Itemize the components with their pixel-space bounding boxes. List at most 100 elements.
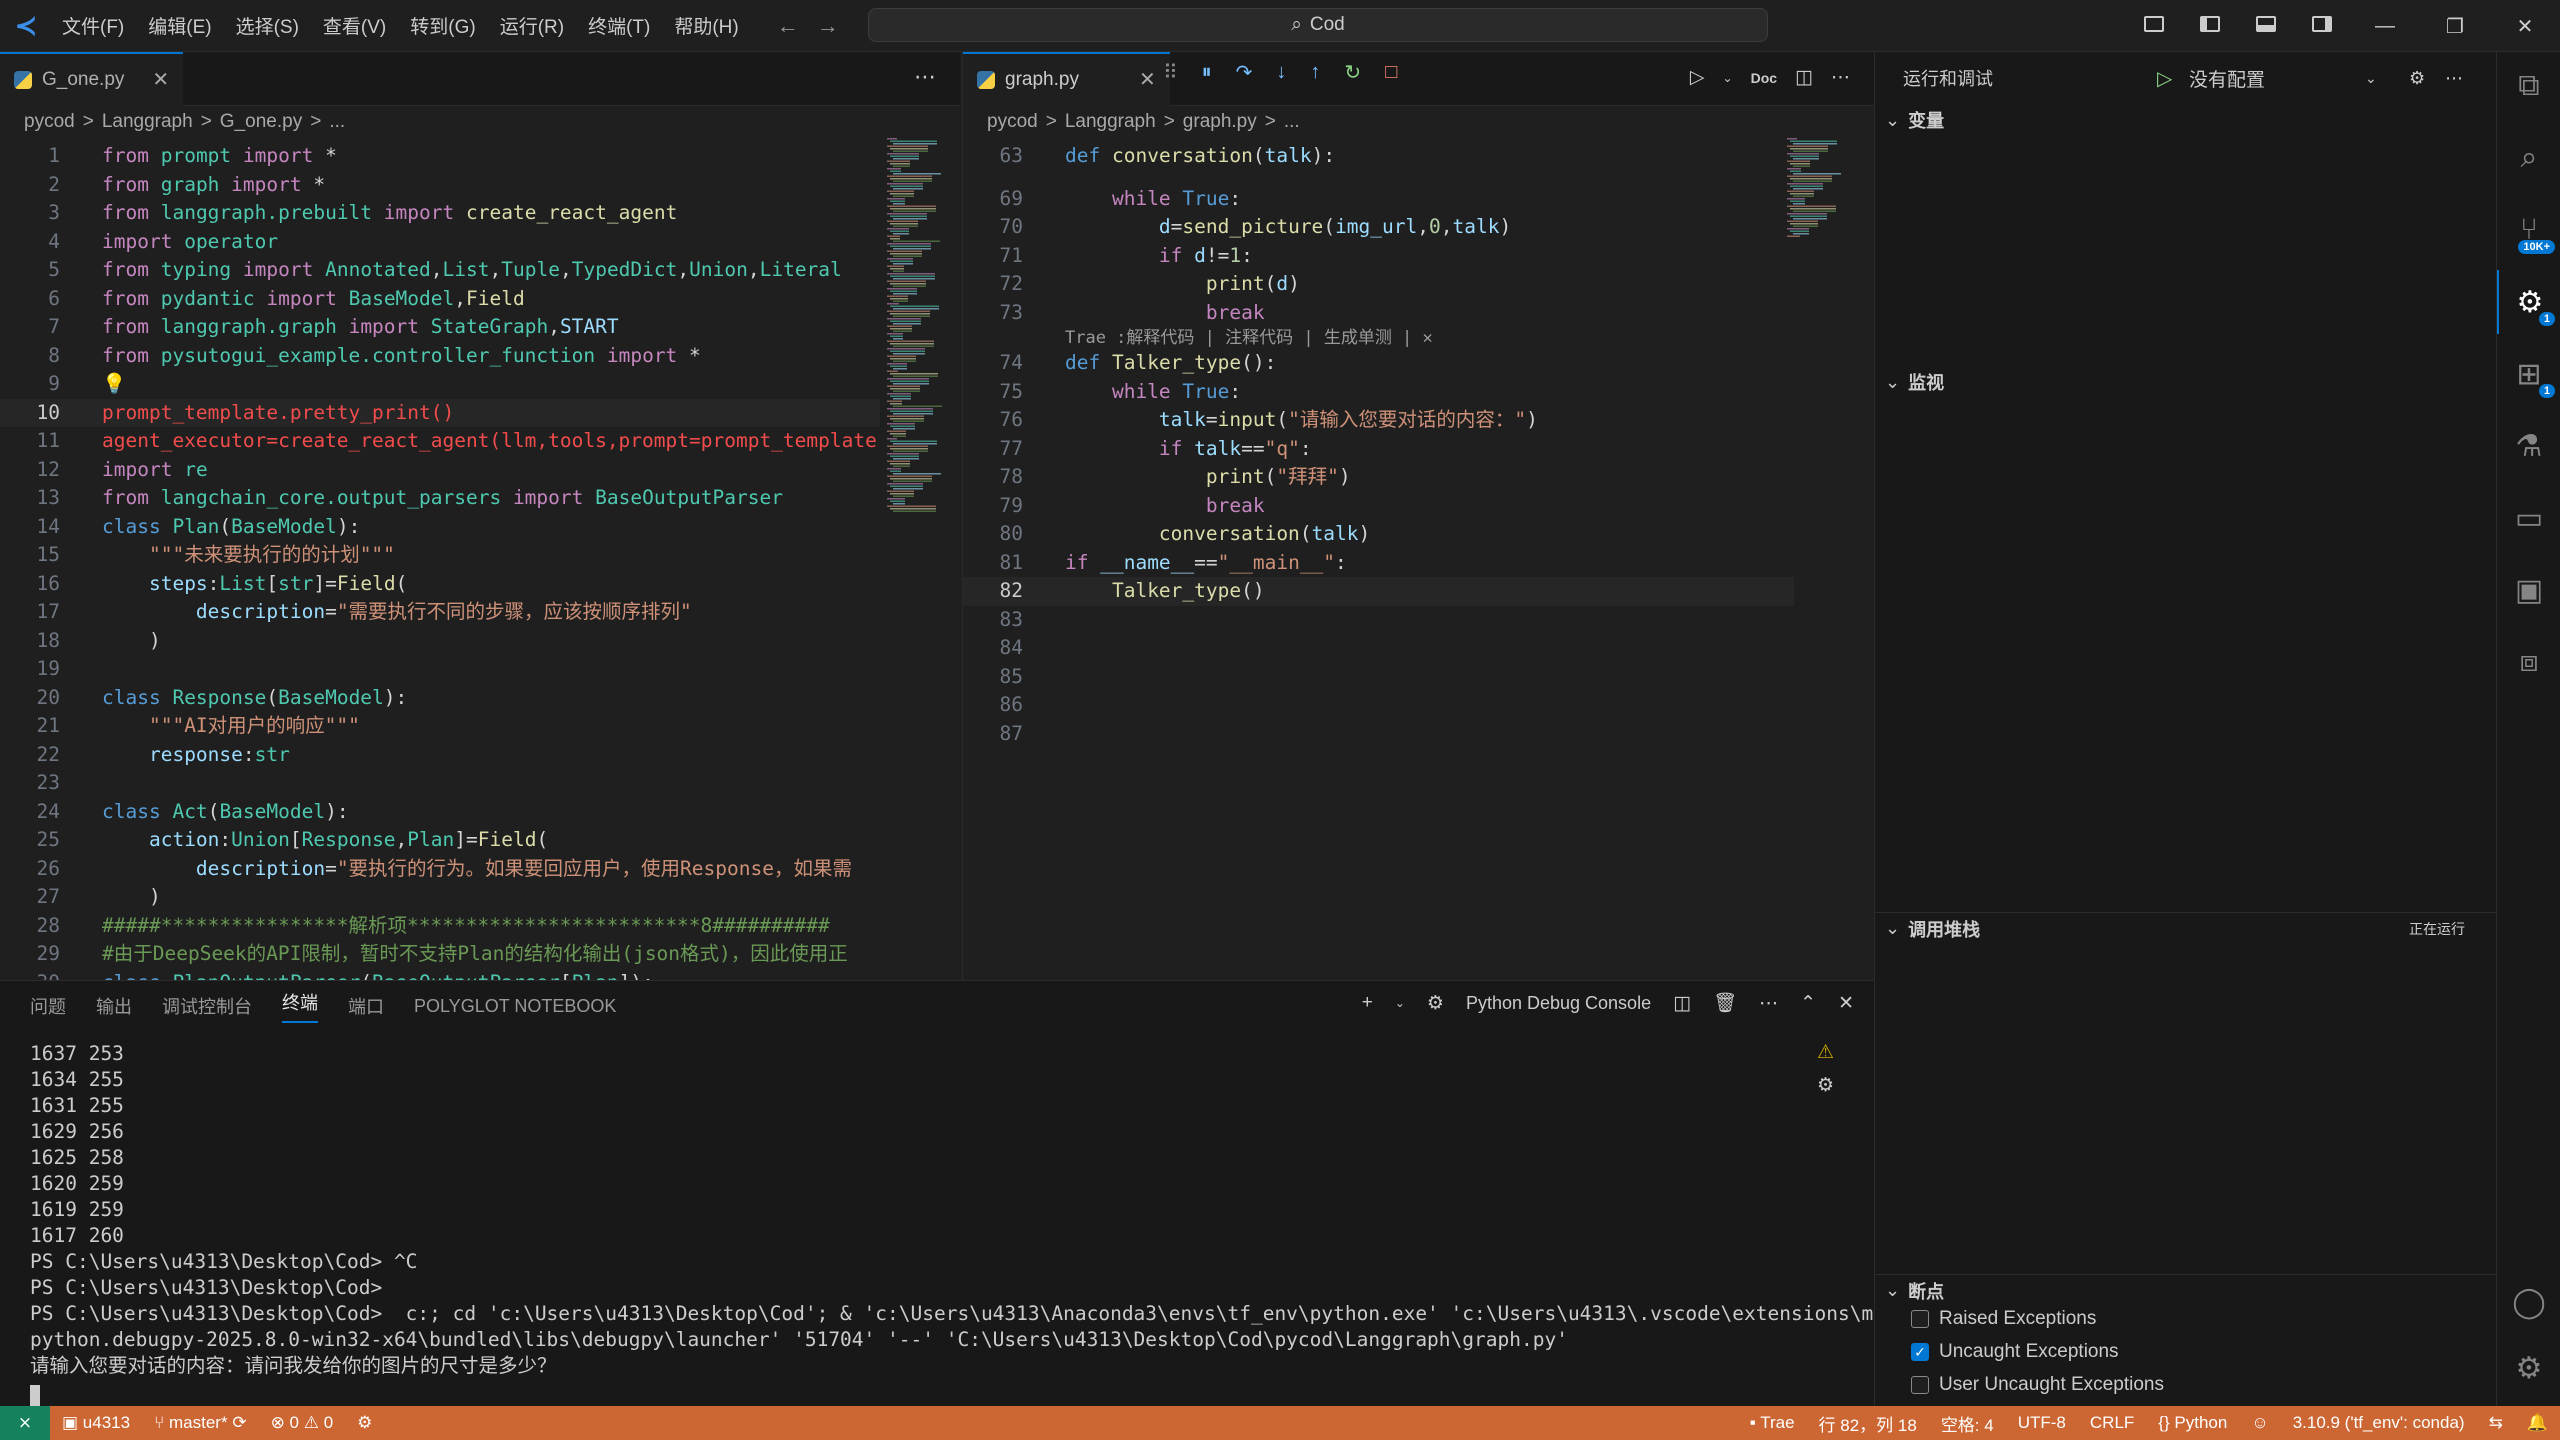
- close-tab-icon[interactable]: ✕: [1139, 67, 1156, 92]
- split-terminal-icon[interactable]: ◫: [1673, 992, 1691, 1015]
- close-tab-icon[interactable]: ✕: [152, 67, 169, 92]
- terminal-output[interactable]: 1637 253 1634 255 1631 255 1629 256 1625 258…: [30, 1041, 1897, 1406]
- close-window-icon[interactable]: ✕: [2490, 14, 2560, 39]
- run-debug-icon[interactable]: ⚙ 1: [2497, 270, 2560, 334]
- status-language[interactable]: {} Python: [2146, 1413, 2239, 1433]
- code-line[interactable]: 69 while True:: [963, 185, 1794, 214]
- source-control-icon[interactable]: ⑂ 10K+: [2497, 198, 2560, 262]
- status-trae[interactable]: ▪ Trae: [1738, 1413, 1807, 1433]
- menu-item[interactable]: 终端(T): [578, 6, 660, 45]
- menu-item[interactable]: 选择(S): [226, 6, 309, 45]
- panel-tab[interactable]: POLYGLOT NOTEBOOK: [414, 996, 616, 1017]
- code-line[interactable]: 15 """未来要执行的的计划""": [0, 541, 880, 570]
- status-encoding[interactable]: UTF-8: [2006, 1413, 2078, 1433]
- run-dropdown-icon[interactable]: ⌄: [1723, 71, 1733, 85]
- status-eol[interactable]: CRLF: [2078, 1413, 2146, 1433]
- split-editor-icon[interactable]: ◫: [1795, 66, 1813, 89]
- code-line[interactable]: 2 from graph import *: [0, 171, 880, 200]
- more-actions-icon[interactable]: ⋯: [1831, 66, 1850, 89]
- code-line[interactable]: 22 response:str: [0, 741, 880, 770]
- step-out-icon[interactable]: ↑: [1310, 61, 1320, 84]
- status-indent[interactable]: 空格: 4: [1929, 1411, 2006, 1436]
- code-line[interactable]: 63 def conversation(talk):: [963, 142, 1794, 171]
- pause-icon[interactable]: ⏸: [1202, 61, 1212, 84]
- testing-icon[interactable]: ⚗: [2497, 414, 2560, 478]
- code-line[interactable]: 9 💡: [0, 370, 880, 399]
- breadcrumb-item[interactable]: Langgraph: [1065, 111, 1156, 133]
- section-watch[interactable]: ⌄ 监视: [1875, 366, 2497, 398]
- step-over-icon[interactable]: ↷: [1236, 60, 1253, 85]
- copilot-icon[interactable]: ☺: [2239, 1413, 2280, 1433]
- code-line[interactable]: 25 action:Union[Response,Plan]=Field(: [0, 826, 880, 855]
- notifications-bell-icon[interactable]: 🔔: [2515, 1413, 2560, 1433]
- drag-handle-icon[interactable]: ⠿: [1163, 60, 1178, 85]
- panel-icon[interactable]: ▣: [2497, 558, 2560, 622]
- menu-item[interactable]: 帮助(H): [664, 6, 748, 45]
- new-terminal-icon[interactable]: +: [1362, 992, 1373, 1014]
- code-line[interactable]: 19: [0, 655, 880, 684]
- code-line[interactable]: 3 from langgraph.prebuilt import create_r…: [0, 199, 880, 228]
- status-user[interactable]: ▣ u4313: [50, 1413, 142, 1433]
- manage-gear-icon[interactable]: ⚙: [2497, 1336, 2560, 1400]
- toggle-secondary-sidebar-icon[interactable]: [2294, 15, 2350, 38]
- code-line[interactable]: 11 agent_executor=create_react_agent(llm,…: [0, 427, 880, 456]
- code-area[interactable]: 1 from prompt import * 2 from graph import …: [0, 142, 880, 980]
- code-line[interactable]: 21 """AI对用户的响应""": [0, 712, 880, 741]
- code-line[interactable]: 81 if __name__=="__main__":: [963, 549, 1794, 578]
- panel-tab[interactable]: 问题: [30, 993, 66, 1019]
- breakpoint-item[interactable]: User Uncaught Exceptions: [1911, 1374, 2164, 1396]
- code-line[interactable]: 86: [963, 691, 1794, 720]
- code-line[interactable]: 83: [963, 606, 1794, 635]
- explorer-icon[interactable]: ⧉: [2497, 54, 2560, 118]
- code-line[interactable]: 18 ): [0, 627, 880, 656]
- code-line[interactable]: 13 from langchain_core.output_parsers imp…: [0, 484, 880, 513]
- step-into-icon[interactable]: ↓: [1276, 61, 1286, 84]
- layout-icon[interactable]: ⇆: [2477, 1413, 2515, 1433]
- menu-item[interactable]: 查看(V): [313, 6, 396, 45]
- code-line[interactable]: 71 if d!=1:: [963, 242, 1794, 271]
- kill-terminal-icon[interactable]: 🗑: [1713, 991, 1737, 1015]
- maximize-panel-icon[interactable]: ⌃: [1800, 992, 1816, 1015]
- menu-item[interactable]: 运行(R): [490, 6, 574, 45]
- code-line[interactable]: 12 import re: [0, 456, 880, 485]
- run-python-file-icon[interactable]: ▷: [1690, 66, 1705, 89]
- restart-icon[interactable]: ↻: [1344, 60, 1361, 85]
- toggle-primary-sidebar-icon[interactable]: [2182, 15, 2238, 38]
- section-breakpoints[interactable]: ⌄ 断点: [1875, 1274, 2497, 1306]
- breadcrumb-item[interactable]: pycod: [987, 111, 1038, 133]
- close-panel-icon[interactable]: ✕: [1838, 992, 1854, 1015]
- status-interpreter[interactable]: 3.10.9 ('tf_env': conda): [2281, 1413, 2477, 1433]
- terminal-name-label[interactable]: Python Debug Console: [1466, 993, 1651, 1014]
- minimap[interactable]: [885, 138, 955, 538]
- menu-item[interactable]: 文件(F): [52, 6, 134, 45]
- stop-icon[interactable]: □: [1385, 61, 1397, 84]
- menu-item[interactable]: 编辑(E): [138, 6, 221, 45]
- code-line[interactable]: 85: [963, 663, 1794, 692]
- remote-indicator-icon[interactable]: ⨯: [0, 1406, 50, 1440]
- code-line[interactable]: 28 #####****************解析项**************…: [0, 912, 880, 941]
- breakpoint-item[interactable]: ✓ Uncaught Exceptions: [1911, 1341, 2119, 1363]
- more-actions-icon[interactable]: ⋯: [2445, 68, 2463, 89]
- code-line[interactable]: 75 while True:: [963, 378, 1794, 407]
- minimize-window-icon[interactable]: —: [2350, 15, 2420, 38]
- breadcrumb-item[interactable]: ...: [1284, 111, 1300, 133]
- back-arrow-icon[interactable]: ←: [777, 13, 799, 39]
- code-line[interactable]: 27 ): [0, 883, 880, 912]
- code-line[interactable]: 84: [963, 634, 1794, 663]
- toggle-panel-icon[interactable]: [2238, 15, 2294, 38]
- doc-button[interactable]: Doc: [1751, 70, 1777, 86]
- status-problems[interactable]: ⊗ 0 ⚠ 0: [259, 1413, 346, 1433]
- code-line[interactable]: 4 import operator: [0, 228, 880, 257]
- tab-graph-py[interactable]: graph.py ✕: [963, 51, 1170, 106]
- panel-tab[interactable]: 调试控制台: [162, 993, 252, 1019]
- breakpoint-checkbox[interactable]: [1911, 1376, 1929, 1394]
- more-actions-icon[interactable]: ⋯: [914, 64, 936, 90]
- code-line[interactable]: 26 description="要执行的行为。如果要回应用户，使用Respons…: [0, 855, 880, 884]
- code-line[interactable]: 77 if talk=="q":: [963, 435, 1794, 464]
- trae-codelens[interactable]: Trae :解释代码 | 注释代码 | 生成单测 | ✕: [963, 327, 1794, 349]
- code-line[interactable]: 1 from prompt import *: [0, 142, 880, 171]
- code-area[interactable]: 63 def conversation(talk): 69 while True:…: [963, 142, 1794, 980]
- account-icon[interactable]: ◯: [2497, 1270, 2560, 1334]
- code-line[interactable]: 29 #由于DeepSeek的API限制，暂时不支持Plan的结构化输出(json…: [0, 940, 880, 969]
- code-line[interactable]: 17 description="需要执行不同的步骤，应该按顺序排列": [0, 598, 880, 627]
